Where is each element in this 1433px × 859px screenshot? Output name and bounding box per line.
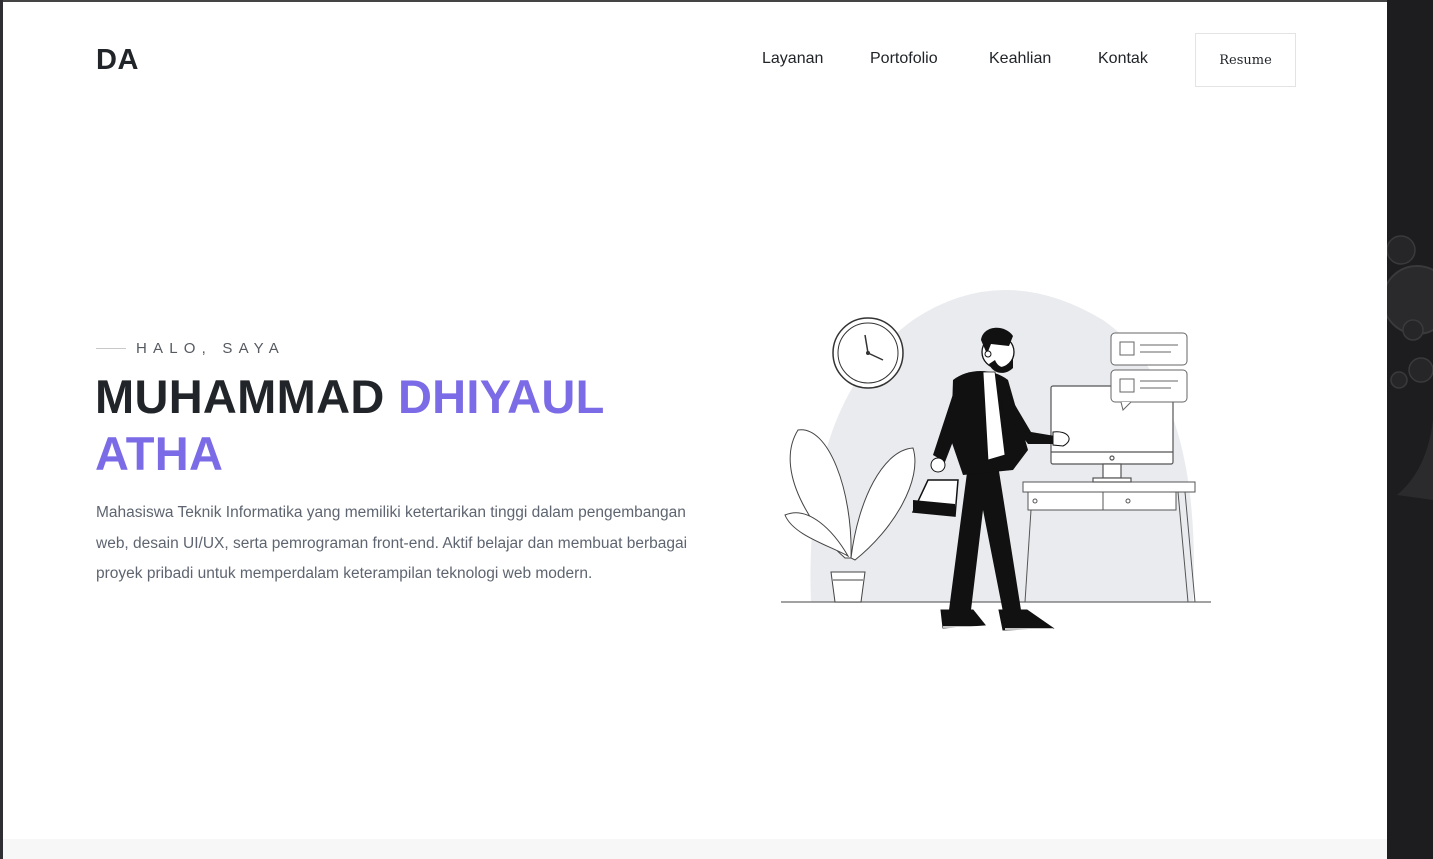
page: DA Layanan Portofolio Keahlian Kontak Re… [3,2,1387,859]
site-logo[interactable]: DA [96,44,139,77]
nav-link-keahlian[interactable]: Keahlian [989,50,1051,68]
resume-button[interactable]: Resume [1195,33,1296,87]
nav-link-kontak[interactable]: Kontak [1098,50,1148,68]
eyebrow-text: HALO, SAYA [136,340,285,357]
hero-name: MUHAMMAD DHIYAUL ATHA [95,368,695,482]
hero-name-part1: MUHAMMAD [95,370,385,423]
hero-description: Mahasiswa Teknik Informatika yang memili… [96,504,688,583]
hero-name-part3: ATHA [95,427,224,480]
hero-name-part2: DHIYAUL [397,370,605,423]
chat-bubble-icon [1110,332,1188,411]
clock-icon [832,317,904,389]
window-frame-right [1387,0,1433,859]
nav-link-portofolio[interactable]: Portofolio [870,50,941,68]
eyebrow-line [96,348,126,349]
businessman-at-desk-illustration [773,280,1218,647]
main-nav: Layanan Portofolio Keahlian Kontak [762,50,1148,68]
next-section-edge [3,839,1387,859]
hero-eyebrow: HALO, SAYA [96,340,285,357]
nav-link-layanan[interactable]: Layanan [762,50,823,68]
